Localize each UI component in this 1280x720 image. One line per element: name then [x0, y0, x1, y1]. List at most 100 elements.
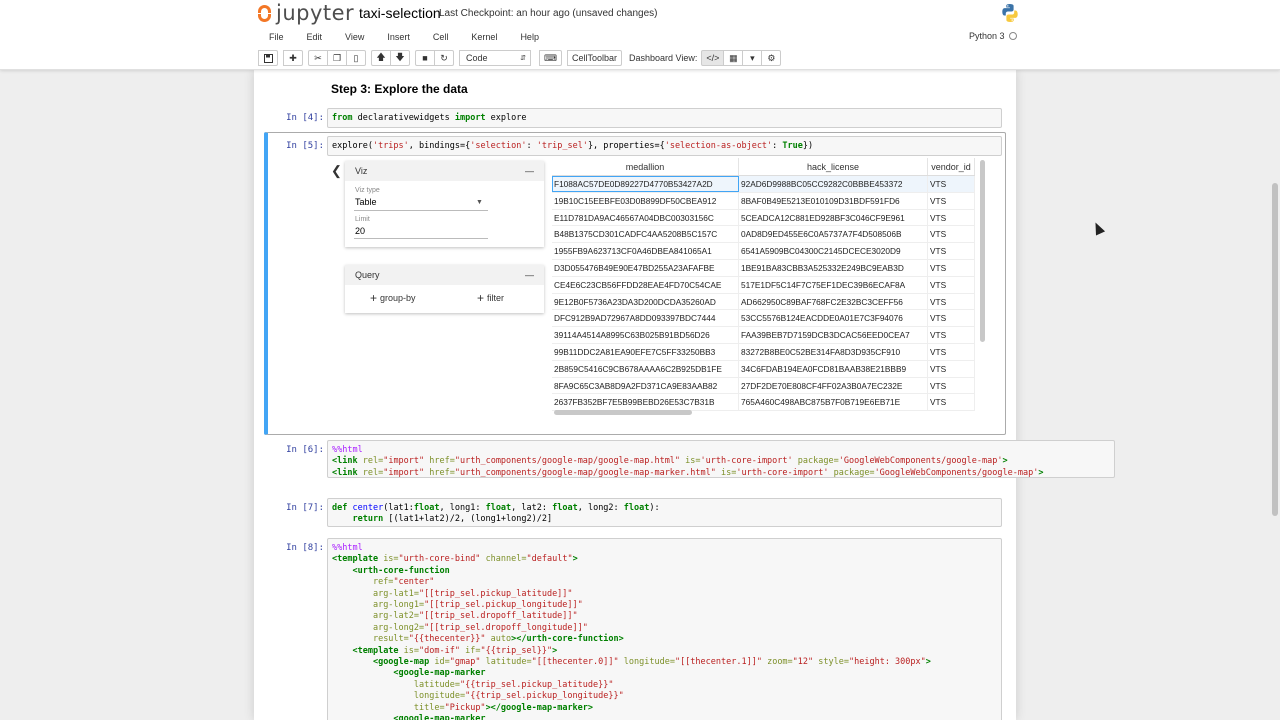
cell-hack-license[interactable]: 0AD8D9ED455E6C0A5737A7F4D508506B — [739, 226, 928, 243]
celltoolbar-button[interactable]: CellToolbar — [567, 50, 623, 66]
menu-view[interactable]: View — [345, 32, 364, 42]
column-header-medallion[interactable]: medallion — [552, 158, 739, 175]
cell-hack-license[interactable]: 92AD6D9988BC05CC9282C0BBBE453372 — [739, 176, 928, 192]
table-row[interactable]: E11D781DA9AC46567A04DBC00303156C 5CEADCA1… — [552, 209, 975, 227]
cell-medallion[interactable]: F1088AC57DE0D89227D4770B53427A2D — [552, 176, 739, 192]
cell-hack-license[interactable]: 5CEADCA12C881ED928BF3C046CF9E961 — [739, 209, 928, 226]
deploy-button[interactable]: ⚙ — [761, 50, 782, 66]
move-up-button[interactable]: 🡅 — [371, 50, 391, 66]
cell-medallion[interactable]: 99B11DDC2A81EA90EFE7C5FF33250BB3 — [552, 343, 739, 360]
cell-medallion[interactable]: 19B10C15EEBFE03D0B899DF50CBEA912 — [552, 192, 739, 209]
cell-medallion[interactable]: D3D055476B49E90E47BD255A23AFAFBE — [552, 259, 739, 276]
viz-type-select[interactable]: Table — [355, 197, 377, 207]
cell-vendor-id[interactable]: VTS — [928, 360, 975, 377]
cell-hack-license[interactable]: FAA39BEB7D7159DCB3DCAC56EED0CEA7 — [739, 327, 928, 343]
notebook-view-button[interactable]: </> — [701, 50, 725, 66]
table-row[interactable]: 39114A4514A8995C63B025B91BD56D26 FAA39BEB… — [552, 327, 975, 344]
cell-vendor-id[interactable]: VTS — [928, 394, 975, 411]
view-dropdown-button[interactable]: ▾ — [742, 50, 763, 66]
cell-medallion[interactable]: E11D781DA9AC46567A04DBC00303156C — [552, 209, 739, 226]
cell-medallion[interactable]: DFC912B9AD72967A8DD093397BDC7444 — [552, 310, 739, 327]
menu-cell[interactable]: Cell — [433, 32, 449, 42]
cell-vendor-id[interactable]: VTS — [928, 293, 975, 310]
viz-panel-header[interactable]: Viz — — [345, 161, 544, 181]
table-row[interactable]: 99B11DDC2A81EA90EFE7C5FF33250BB3 83272B8B… — [552, 343, 975, 361]
cell-medallion[interactable]: 2B859C5416C9CB678AAAA6C2B925DB1FE — [552, 360, 739, 377]
cell-hack-license[interactable]: 517E1DF5C14F7C75EF1DEC39B6ECAF8A — [739, 276, 928, 293]
move-down-button[interactable]: 🡇 — [390, 50, 410, 66]
table-row[interactable]: 9E12B0F5736A23DA3D200DCDA35260AD AD662950… — [552, 293, 975, 311]
code-cell-8[interactable]: %%html <template is="urth-core-bind" cha… — [327, 538, 1002, 720]
cell-medallion[interactable]: 8FA9C65C3AB8D9A2FD371CA9E83AAB82 — [552, 377, 739, 394]
cell-vendor-id[interactable]: VTS — [928, 209, 975, 226]
code-cell-6[interactable]: %%html <link rel="import" href="urth_com… — [327, 440, 1115, 478]
column-header-vendor-id[interactable]: vendor_id — [928, 158, 975, 175]
table-row[interactable]: 2B859C5416C9CB678AAAA6C2B925DB1FE 34C6FDA… — [552, 360, 975, 378]
code-cell-5[interactable]: explore('trips', bindings={'selection': … — [327, 136, 1002, 156]
cell-hack-license[interactable]: 8BAF0B49E5213E010109D31BDF591FD6 — [739, 192, 928, 209]
collapse-sidebar-icon[interactable]: ❮ — [331, 163, 345, 179]
cell-vendor-id[interactable]: VTS — [928, 259, 975, 276]
copy-button[interactable]: ❐ — [327, 50, 347, 66]
cell-vendor-id[interactable]: VTS — [928, 327, 975, 343]
code-cell-4[interactable]: from declarativewidgets import explore — [327, 108, 1002, 128]
command-palette-button[interactable]: ⌨ — [539, 50, 562, 66]
cell-vendor-id[interactable]: VTS — [928, 176, 975, 192]
table-row[interactable]: B48B1375CD301CADFC4AA5208B5C157C 0AD8D9ED… — [552, 226, 975, 244]
cell-hack-license[interactable]: 83272B8BE0C52BE314FA8D3D935CF910 — [739, 343, 928, 360]
table-vertical-scrollbar[interactable] — [980, 160, 985, 342]
table-row[interactable]: F1088AC57DE0D89227D4770B53427A2D 92AD6D99… — [552, 176, 975, 193]
jupyter-logo[interactable]: jupyter — [257, 1, 354, 25]
table-row[interactable]: 19B10C15EEBFE03D0B899DF50CBEA912 8BAF0B49… — [552, 192, 975, 210]
table-row[interactable]: CE4E6C23CB56FFDD28EAE4FD70C54CAE 517E1DF5… — [552, 276, 975, 294]
insert-cell-button[interactable]: ✚ — [283, 50, 303, 66]
cell-vendor-id[interactable]: VTS — [928, 192, 975, 209]
query-panel-header[interactable]: Query — — [345, 265, 544, 285]
restart-button[interactable]: ↻ — [434, 50, 454, 66]
cell-vendor-id[interactable]: VTS — [928, 243, 975, 259]
table-row[interactable]: 1955FB9A623713CF0A46DBEA841065A1 6541A590… — [552, 243, 975, 260]
table-row[interactable]: 2637FB352BF7E5B99BEBD26E53C7B31B 765A460C… — [552, 394, 975, 412]
stop-button[interactable]: ■ — [415, 50, 435, 66]
cell-medallion[interactable]: 2637FB352BF7E5B99BEBD26E53C7B31B — [552, 394, 739, 411]
cell-medallion[interactable]: 1955FB9A623713CF0A46DBEA841065A1 — [552, 243, 739, 259]
cut-button[interactable]: ✂ — [308, 50, 328, 66]
cell-medallion[interactable]: 39114A4514A8995C63B025B91BD56D26 — [552, 327, 739, 343]
cell-vendor-id[interactable]: VTS — [928, 276, 975, 293]
cell-hack-license[interactable]: 6541A5909BC04300C2145DCECE3020D9 — [739, 243, 928, 259]
cell-hack-license[interactable]: 34C6FDAB194EA0FCD81BAAB38E21BBB9 — [739, 360, 928, 377]
save-button[interactable] — [258, 50, 278, 66]
filter-button[interactable]: + filter — [477, 291, 504, 305]
cell-vendor-id[interactable]: VTS — [928, 343, 975, 360]
cell-medallion[interactable]: B48B1375CD301CADFC4AA5208B5C157C — [552, 226, 739, 243]
cell-hack-license[interactable]: 1BE91BA83CBB3A525332E249BC9EAB3D — [739, 259, 928, 276]
notebook-name[interactable]: taxi-selection — [359, 5, 441, 21]
table-horizontal-scrollbar[interactable] — [554, 410, 692, 415]
collapse-icon[interactable]: — — [525, 270, 534, 280]
page-scrollbar[interactable] — [1272, 183, 1278, 516]
cell-medallion[interactable]: 9E12B0F5736A23DA3D200DCDA35260AD — [552, 293, 739, 310]
table-row[interactable]: DFC912B9AD72967A8DD093397BDC7444 53CC5576… — [552, 310, 975, 328]
paste-button[interactable]: ▯ — [346, 50, 366, 66]
cell-hack-license[interactable]: 53CC5576B124EACDDE0A01E7C3F94076 — [739, 310, 928, 327]
limit-input[interactable]: 20 — [355, 226, 365, 236]
collapse-icon[interactable]: — — [525, 166, 534, 176]
menu-file[interactable]: File — [269, 32, 284, 42]
group-by-button[interactable]: + group-by — [370, 291, 416, 305]
cell-medallion[interactable]: CE4E6C23CB56FFDD28EAE4FD70C54CAE — [552, 276, 739, 293]
cell-hack-license[interactable]: 765A460C498ABC875B7F0B719E6EB71E — [739, 394, 928, 411]
cell-vendor-id[interactable]: VTS — [928, 377, 975, 394]
cell-hack-license[interactable]: AD662950C89BAF768FC2E32BC3CEFF56 — [739, 293, 928, 310]
menu-help[interactable]: Help — [520, 32, 539, 42]
cell-vendor-id[interactable]: VTS — [928, 226, 975, 243]
cell-type-select[interactable]: Code ⇵ — [459, 50, 531, 66]
table-row[interactable]: D3D055476B49E90E47BD255A23AFAFBE 1BE91BA8… — [552, 259, 975, 277]
cell-hack-license[interactable]: 27DF2DE70E808CF4FF02A3B0A7EC232E — [739, 377, 928, 394]
menu-edit[interactable]: Edit — [307, 32, 323, 42]
menu-kernel[interactable]: Kernel — [471, 32, 497, 42]
menu-insert[interactable]: Insert — [387, 32, 410, 42]
column-header-hack-license[interactable]: hack_license — [739, 158, 928, 175]
table-row[interactable]: 8FA9C65C3AB8D9A2FD371CA9E83AAB82 27DF2DE7… — [552, 377, 975, 395]
cell-vendor-id[interactable]: VTS — [928, 310, 975, 327]
code-cell-7[interactable]: def center(lat1:float, long1: float, lat… — [327, 498, 1002, 527]
